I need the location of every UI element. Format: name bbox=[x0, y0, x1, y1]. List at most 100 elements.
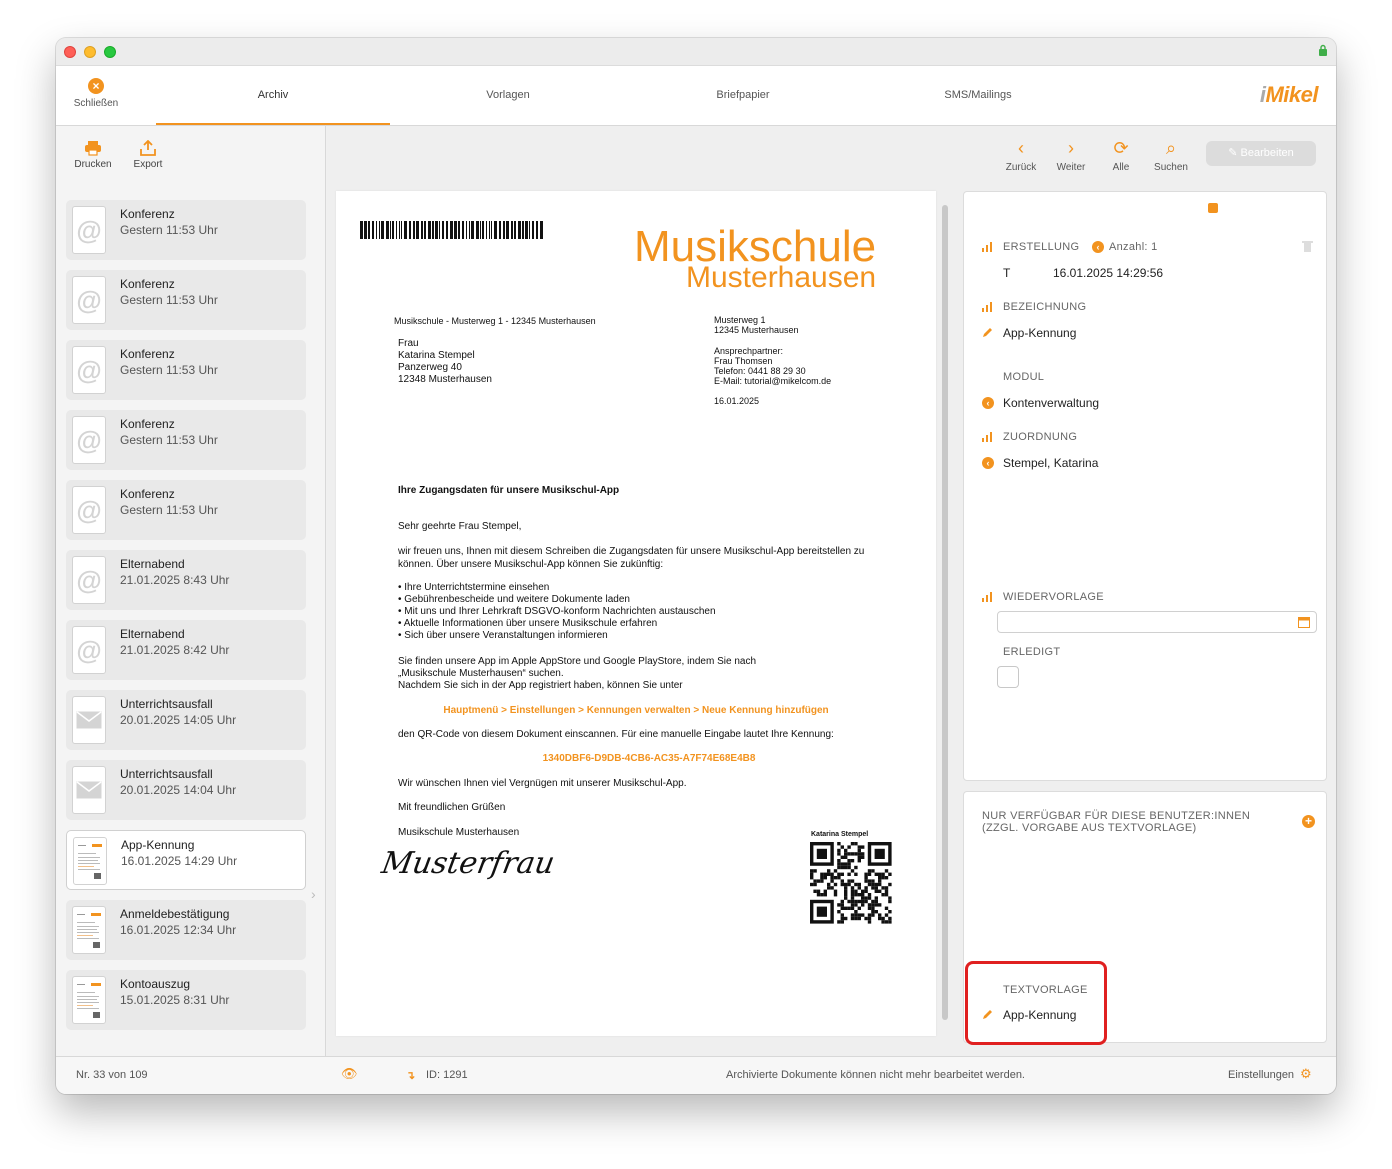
barcode-bar bbox=[536, 221, 538, 239]
barcode-bar bbox=[413, 221, 415, 239]
arrow-left-circle-icon[interactable]: ‹ bbox=[1092, 241, 1104, 253]
barcode-bar bbox=[462, 221, 464, 239]
qr-module bbox=[878, 882, 882, 887]
edit-button[interactable]: ✎ Bearbeiten bbox=[1206, 141, 1316, 166]
list-item[interactable]: @ Konferenz Gestern 11:53 Uhr bbox=[66, 200, 306, 260]
barcode-bar bbox=[424, 221, 426, 239]
qr-module bbox=[840, 916, 844, 921]
barcode-bar bbox=[540, 221, 543, 239]
letter-subject: Ihre Zugangsdaten für unsere Musikschul-… bbox=[398, 485, 620, 496]
details-panel: ERSTELLUNG ‹ Anzahl: 1 T 16.01.2025 14:2… bbox=[963, 191, 1327, 781]
qr-module bbox=[854, 852, 858, 856]
qr-module bbox=[874, 899, 878, 904]
recipient-line: Frau bbox=[398, 338, 419, 349]
barcode-bar bbox=[514, 221, 516, 239]
barcode-bar bbox=[494, 221, 497, 239]
list-item[interactable]: @ Konferenz Gestern 11:53 Uhr bbox=[66, 270, 306, 330]
barcode-bar bbox=[511, 221, 513, 239]
tab-archiv[interactable]: Archiv bbox=[156, 66, 390, 125]
qr-module bbox=[867, 872, 872, 876]
jump-arrow-icon[interactable]: ↴ bbox=[406, 1069, 415, 1082]
note-icon[interactable] bbox=[1208, 203, 1218, 213]
document-scrollbar[interactable] bbox=[942, 205, 948, 1020]
module-value[interactable]: Kontenverwaltung bbox=[1003, 396, 1099, 410]
list-item[interactable]: Anmeldebestätigung 16.01.2025 12:34 Uhr bbox=[66, 900, 306, 960]
list-item[interactable]: @ Elternabend 21.01.2025 8:42 Uhr bbox=[66, 620, 306, 680]
barcode-icon bbox=[360, 221, 543, 239]
back-button[interactable]: ‹ Zurück bbox=[1001, 138, 1041, 173]
qr-module bbox=[847, 879, 851, 883]
close-button[interactable]: × Schließen bbox=[70, 78, 122, 109]
item-thumbnail bbox=[72, 766, 106, 814]
letter-closing: Mit freundlichen Grüßen bbox=[398, 802, 506, 813]
qr-module bbox=[833, 889, 838, 893]
export-button[interactable]: Export bbox=[125, 140, 171, 170]
qr-module bbox=[874, 903, 878, 907]
resubmission-label: WIEDERVORLAGE bbox=[1003, 591, 1104, 603]
list-item[interactable]: Unterrichtsausfall 20.01.2025 14:05 Uhr bbox=[66, 690, 306, 750]
barcode-bar bbox=[471, 221, 474, 239]
tab-briefpapier[interactable]: Briefpapier bbox=[626, 66, 860, 125]
qr-module bbox=[820, 879, 824, 883]
qr-module bbox=[864, 899, 868, 904]
designation-value[interactable]: App-Kennung bbox=[1003, 326, 1076, 340]
qr-module bbox=[844, 896, 848, 900]
qr-module bbox=[871, 899, 875, 904]
list-item[interactable]: @ Konferenz Gestern 11:53 Uhr bbox=[66, 340, 306, 400]
qr-module bbox=[857, 899, 861, 904]
item-thumbnail: @ bbox=[72, 626, 106, 674]
gear-icon[interactable]: ⚙ bbox=[1300, 1066, 1312, 1082]
arrow-left-circle-icon[interactable]: ‹ bbox=[982, 457, 994, 469]
item-title: Konferenz bbox=[120, 347, 175, 361]
list-item[interactable]: Kontoauszug 15.01.2025 8:31 Uhr bbox=[66, 970, 306, 1030]
list-item[interactable]: Unterrichtsausfall 20.01.2025 14:04 Uhr bbox=[66, 760, 306, 820]
qr-module bbox=[850, 842, 855, 846]
list-item[interactable]: @ Konferenz Gestern 11:53 Uhr bbox=[66, 410, 306, 470]
barcode-bar bbox=[458, 221, 460, 239]
qr-module bbox=[854, 899, 858, 904]
barcode-bar bbox=[446, 221, 448, 239]
qr-module bbox=[854, 903, 858, 907]
resubmission-date-field[interactable] bbox=[997, 611, 1317, 633]
settings-link[interactable]: Einstellungen bbox=[1228, 1069, 1294, 1081]
list-item[interactable]: @ Konferenz Gestern 11:53 Uhr bbox=[66, 480, 306, 540]
letter-intro: wir freuen uns, Ihnen mit diesem Schreib… bbox=[398, 546, 865, 570]
trash-icon[interactable] bbox=[1302, 240, 1313, 252]
qr-module bbox=[857, 893, 861, 897]
all-button[interactable]: ⟳ Alle bbox=[1101, 138, 1141, 173]
search-button[interactable]: ⌕ Suchen bbox=[1151, 138, 1191, 173]
qr-module bbox=[837, 920, 841, 924]
eye-icon[interactable]: 👁 bbox=[341, 1066, 358, 1082]
barcode-bar bbox=[532, 221, 534, 239]
qr-module bbox=[823, 893, 827, 897]
zoom-window-button[interactable] bbox=[104, 46, 116, 58]
add-user-icon[interactable]: + bbox=[1302, 815, 1315, 828]
qr-module bbox=[840, 855, 844, 859]
qr-module bbox=[850, 903, 855, 907]
qr-module bbox=[878, 872, 882, 876]
module-label: MODUL bbox=[1003, 371, 1045, 383]
qr-module bbox=[847, 862, 851, 866]
tab-sms-mailings[interactable]: SMS/Mailings bbox=[861, 66, 1095, 125]
qr-module bbox=[871, 886, 875, 890]
envelope-icon bbox=[76, 781, 102, 799]
next-button[interactable]: › Weiter bbox=[1051, 138, 1091, 173]
qr-module bbox=[857, 886, 861, 890]
print-button[interactable]: Drucken bbox=[70, 140, 116, 170]
qr-module bbox=[854, 893, 858, 897]
assignment-value[interactable]: Stempel, Katarina bbox=[1003, 456, 1098, 470]
qr-module bbox=[867, 882, 872, 887]
close-window-button[interactable] bbox=[64, 46, 76, 58]
qr-module bbox=[854, 872, 858, 876]
item-thumbnail: @ bbox=[72, 486, 106, 534]
calendar-icon[interactable] bbox=[1298, 616, 1310, 628]
arrow-left-circle-icon[interactable]: ‹ bbox=[982, 397, 994, 409]
tab-vorlagen[interactable]: Vorlagen bbox=[391, 66, 625, 125]
minimize-window-button[interactable] bbox=[84, 46, 96, 58]
qr-module bbox=[888, 872, 892, 876]
list-item[interactable]: @ Elternabend 21.01.2025 8:43 Uhr bbox=[66, 550, 306, 610]
done-checkbox[interactable] bbox=[997, 666, 1019, 688]
item-timestamp: Gestern 11:53 Uhr bbox=[120, 433, 218, 447]
list-item[interactable]: App-Kennung 16.01.2025 14:29 Uhr bbox=[66, 830, 306, 890]
barcode-bar bbox=[421, 221, 423, 239]
